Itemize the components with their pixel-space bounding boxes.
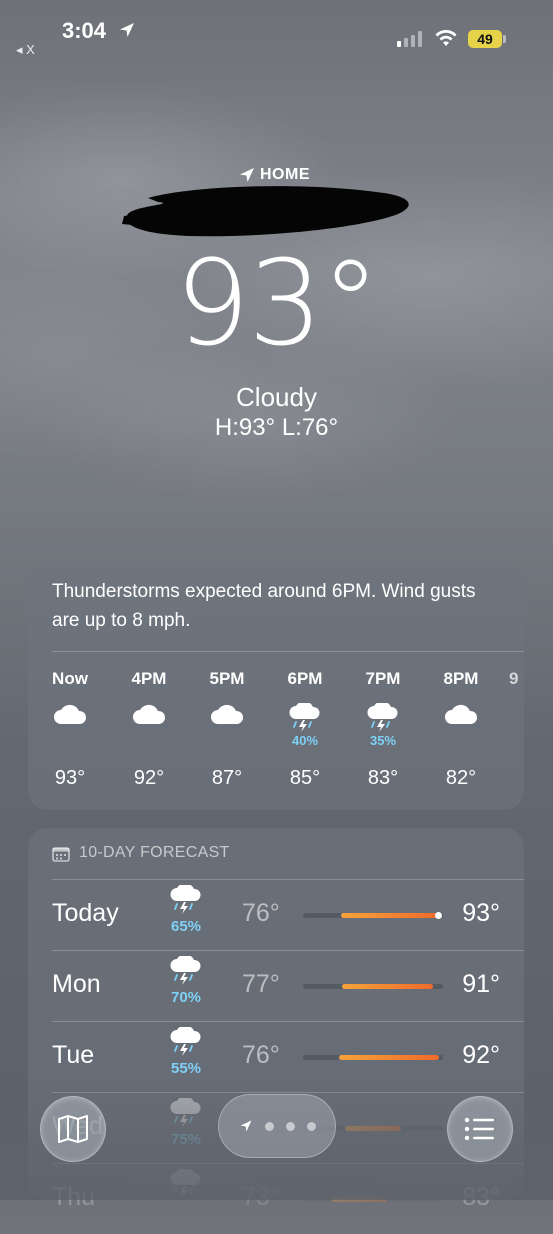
hour-label: 4PM: [131, 669, 167, 688]
hour-temperature: 83°: [367, 767, 399, 789]
map-button[interactable]: [40, 1096, 106, 1162]
hour-label: 8PM: [443, 669, 479, 688]
status-time: 3:04: [62, 18, 107, 43]
wifi-icon: [435, 30, 457, 46]
current-condition: Cloudy: [236, 382, 317, 412]
hour-label: 6PM: [287, 669, 323, 688]
battery-level: 49: [477, 31, 493, 47]
high-low-temperature: H:93° L:76°: [214, 414, 339, 441]
current-temp-marker: [435, 912, 442, 919]
location-arrow-icon: [120, 23, 134, 37]
temperature-range-fill: [339, 1055, 439, 1060]
hour-label: 7PM: [365, 669, 401, 688]
daily-forecast-row[interactable]: Today 65% 76° 93°: [28, 879, 524, 950]
day-low-temperature: 76°: [242, 1041, 280, 1069]
day-precip-chance: 55%: [170, 1060, 202, 1077]
hourly-forecast-card[interactable]: Thunderstorms expected around 6PM. Wind …: [28, 563, 524, 810]
hour-temperature: 92°: [133, 767, 165, 789]
location-page-indicator[interactable]: [218, 1094, 336, 1158]
hour-column: 7PM 35% 83°: [353, 669, 413, 790]
cloud-icon: [445, 704, 478, 724]
daily-forecast-row[interactable]: Tue 55% 76° 92°: [28, 1021, 524, 1092]
page-dot: [306, 1121, 316, 1131]
temperature-range-fill: [345, 1126, 401, 1131]
thunderstorm-icon: [170, 883, 201, 914]
cloud-icon: [133, 704, 166, 724]
day-precip-chance: 75%: [170, 1131, 202, 1148]
day-precip-chance: 65%: [170, 918, 202, 935]
page-dot: [285, 1121, 295, 1131]
temperature-range-bar: [303, 984, 443, 989]
thunderstorm-icon: [170, 1025, 201, 1056]
hour-temperature: 82°: [445, 767, 477, 789]
temperature-range-fill: [342, 984, 433, 989]
daily-forecast-row[interactable]: Thu 73° 83°: [28, 1163, 524, 1234]
hourly-divider: [52, 651, 524, 652]
temperature-range-fill: [341, 913, 439, 918]
hour-temperature: 85°: [289, 767, 321, 789]
hour-precip-chance: 40%: [291, 733, 319, 748]
day-high-temperature: 91°: [462, 970, 500, 998]
thunderstorm-icon: [170, 1096, 201, 1127]
temperature-range-bar: [303, 912, 443, 919]
list-icon: [464, 1117, 494, 1141]
day-name: Today: [52, 899, 119, 927]
day-low-temperature: 77°: [242, 970, 280, 998]
hour-column-peek: 9: [509, 669, 519, 688]
map-icon: [58, 1115, 88, 1143]
hourly-summary: Thunderstorms expected around 6PM. Wind …: [52, 581, 476, 631]
day-name: Thu: [52, 1183, 96, 1211]
forecast-title: 10-DAY FORECAST: [79, 844, 230, 861]
hour-column: 4PM 92°: [119, 669, 179, 790]
hour-column: 6PM 40% 85°: [275, 669, 335, 790]
day-high-temperature: 92°: [462, 1041, 500, 1069]
day-high-temperature: 83°: [462, 1183, 500, 1211]
hour-temperature: 93°: [54, 767, 86, 789]
current-temperature: 93°: [174, 234, 380, 372]
cellular-signal-icon: [397, 31, 422, 47]
day-low-temperature: 76°: [242, 899, 280, 927]
hour-temperature: 87°: [211, 767, 243, 789]
cloud-icon: [54, 704, 87, 724]
thunderstorm-icon: [289, 703, 320, 732]
daily-forecast-row[interactable]: Mon 70% 77° 91°: [28, 950, 524, 1021]
hour-column: Now 93°: [40, 669, 100, 790]
day-name: Tue: [52, 1041, 95, 1069]
calendar-icon: [52, 847, 70, 862]
day-precip-chance: 70%: [170, 989, 202, 1006]
temperature-range-bar: [303, 1055, 443, 1060]
day-name: Mon: [52, 970, 101, 998]
thunderstorm-icon: [170, 1167, 201, 1198]
hour-column: 5PM 87°: [197, 669, 257, 790]
hour-label: Now: [52, 669, 88, 688]
current-location-page-icon: [240, 1120, 251, 1132]
cloud-icon: [211, 704, 244, 724]
page-dot: [264, 1121, 274, 1131]
thunderstorm-icon: [170, 954, 201, 985]
battery-icon: 49: [468, 30, 506, 48]
hour-column: 8PM 82°: [431, 669, 491, 790]
thunderstorm-icon: [367, 703, 398, 732]
hour-label: 5PM: [209, 669, 245, 688]
hour-precip-chance: 35%: [369, 733, 397, 748]
locations-list-button[interactable]: [447, 1096, 513, 1162]
back-to-app-button[interactable]: ◂ X: [16, 42, 35, 58]
day-high-temperature: 93°: [462, 899, 500, 927]
day-low-temperature: 73°: [242, 1183, 280, 1211]
